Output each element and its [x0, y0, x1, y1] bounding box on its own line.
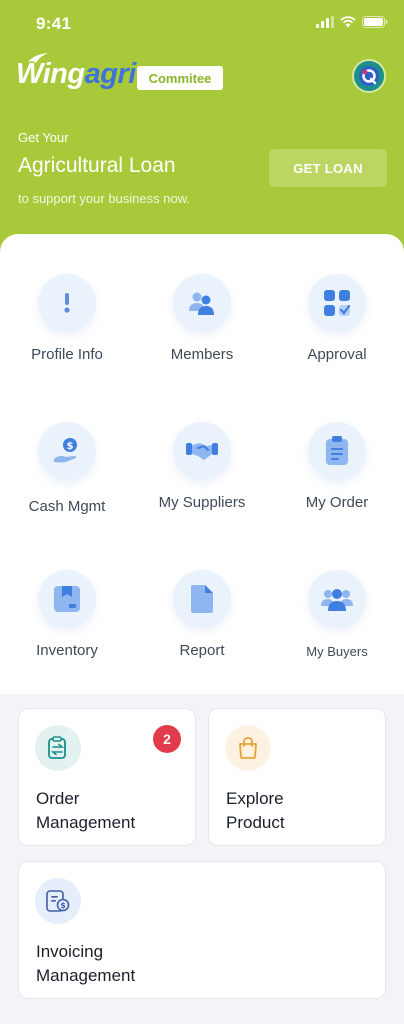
tile-title-line: Order	[36, 789, 80, 808]
app-logo: Wingagri	[16, 58, 136, 91]
tile-title: Order Management	[36, 787, 135, 835]
logo-text-wing: Wing	[16, 58, 85, 90]
tile-title-line: Invoicing	[36, 942, 104, 961]
menu-label: Report	[179, 642, 225, 659]
menu-label: My Suppliers	[158, 494, 246, 511]
menu-item-my-buyers[interactable]: My Buyers	[270, 570, 404, 680]
menu-label: Inventory	[36, 642, 98, 659]
menu-label: My Order	[305, 494, 369, 511]
status-time: 9:41	[36, 14, 72, 33]
svg-text:$: $	[60, 901, 66, 910]
tile-title-line: Product	[226, 813, 285, 832]
menu-label: My Buyers	[306, 644, 368, 659]
battery-icon	[362, 16, 388, 28]
menu-item-my-suppliers[interactable]: My Suppliers	[135, 422, 269, 532]
role-badge: Commitee	[137, 66, 223, 90]
header-banner: 9:41 Wingagri Commitee Get Your Agricult…	[0, 0, 404, 270]
users-icon	[173, 274, 231, 332]
avatar-logo-icon	[359, 66, 379, 86]
box-icon	[38, 570, 96, 628]
invoice-icon: $	[35, 878, 81, 924]
order-transfer-icon	[35, 725, 81, 771]
tile-title-line: Management	[36, 813, 136, 832]
menu-item-report[interactable]: Report	[135, 570, 269, 680]
menu-label: Members	[170, 346, 234, 363]
wifi-icon	[340, 16, 356, 28]
tile-title: Explore Product	[226, 787, 285, 835]
clipboard-icon	[308, 422, 366, 480]
loan-eyebrow: Get Your	[18, 130, 69, 145]
notification-badge: 2	[153, 725, 181, 753]
explore-product-tile[interactable]: Explore Product	[208, 708, 386, 846]
menu-item-approval[interactable]: Approval	[270, 274, 404, 384]
loan-subtitle: to support your business now.	[18, 191, 190, 206]
menu-item-my-order[interactable]: My Order	[270, 422, 404, 532]
menu-item-cash-mgmt[interactable]: $ Cash Mgmt	[0, 422, 134, 532]
tile-title-line: Explore	[226, 789, 284, 808]
menu-label: Approval	[307, 346, 367, 363]
loan-title: Agricultural Loan	[18, 154, 176, 177]
tile-title-line: Management	[36, 966, 136, 985]
order-management-tile[interactable]: 2 Order Management	[18, 708, 196, 846]
alert-icon	[38, 274, 96, 332]
menu-item-inventory[interactable]: Inventory	[0, 570, 134, 680]
signal-icon	[316, 16, 334, 28]
group-icon	[308, 570, 366, 628]
hand-coin-icon: $	[38, 422, 96, 480]
get-loan-button[interactable]: GET LOAN	[269, 149, 387, 187]
menu-grid: Profile Info Members Approval $ Cash Mgm…	[0, 234, 404, 694]
logo-text-agri: agri	[84, 58, 137, 90]
tile-title: Invoicing Management	[36, 940, 135, 988]
document-icon	[173, 570, 231, 628]
avatar[interactable]	[352, 59, 386, 93]
grid-check-icon	[308, 274, 366, 332]
svg-text:$: $	[67, 441, 74, 452]
menu-item-profile-info[interactable]: Profile Info	[0, 274, 134, 384]
menu-label: Profile Info	[31, 346, 103, 363]
status-bar: 9:41	[0, 0, 404, 46]
handshake-icon	[173, 422, 231, 480]
menu-item-members[interactable]: Members	[135, 274, 269, 384]
shopping-bag-icon	[225, 725, 271, 771]
status-icons	[316, 16, 388, 28]
menu-label: Cash Mgmt	[28, 498, 106, 515]
invoicing-management-tile[interactable]: $ Invoicing Management	[18, 861, 386, 999]
